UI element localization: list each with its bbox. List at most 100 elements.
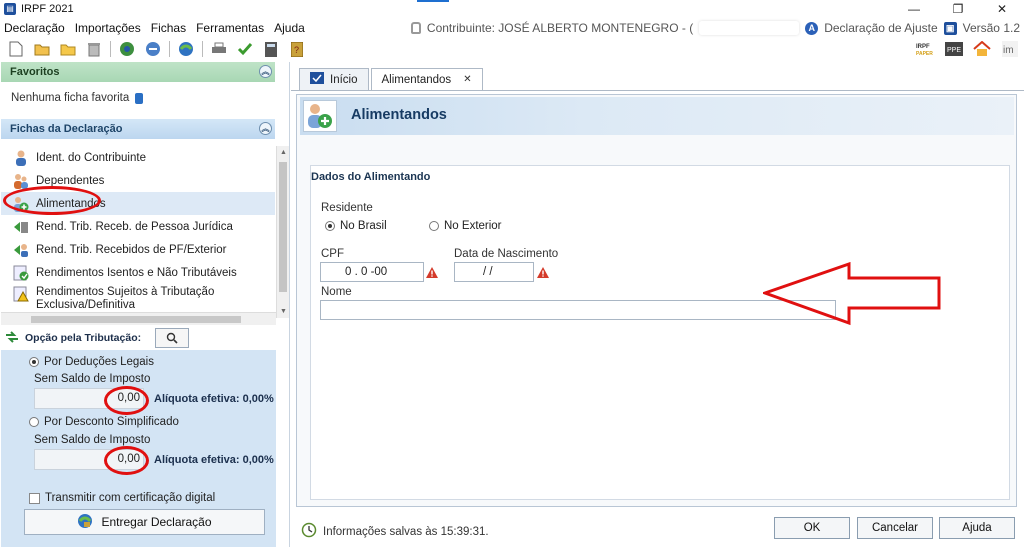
svg-text:im: im — [1003, 45, 1014, 56]
toolbar-separator — [202, 41, 203, 57]
radio-deducoes[interactable] — [29, 357, 39, 367]
radio-exterior[interactable] — [429, 221, 439, 231]
section-title: Dados do Alimentando — [311, 171, 431, 183]
transmit-icon[interactable] — [176, 39, 196, 59]
status-message: Informações salvas às 15:39:31. — [323, 525, 489, 538]
residente-label: Residente — [321, 202, 373, 214]
fichas-title: Fichas da Declaração — [10, 123, 123, 135]
cpf-warning-icon — [426, 267, 438, 278]
rend-pj-icon — [13, 219, 29, 235]
toolbar: ? IRPF PAPER PPE im — [0, 38, 1024, 60]
opcao-title: Opção pela Tributação: — [25, 332, 142, 344]
print-icon[interactable] — [209, 39, 229, 59]
entregar-declaracao-button[interactable]: Entregar Declaração — [24, 509, 265, 535]
svg-text:IRPF: IRPF — [916, 44, 930, 50]
certificacao-checkbox[interactable] — [29, 492, 40, 504]
receipt-icon[interactable]: ? — [287, 39, 307, 59]
calculator-icon[interactable] — [261, 39, 281, 59]
cancelar-button[interactable]: Cancelar — [857, 517, 933, 539]
alimentandos-banner-icon — [303, 100, 337, 132]
nome-input[interactable] — [320, 300, 836, 320]
radio-brasil[interactable] — [325, 221, 335, 231]
open-folder-icon[interactable] — [58, 39, 78, 59]
recover-icon[interactable] — [143, 39, 163, 59]
menu-ajuda[interactable]: Ajuda — [269, 21, 310, 35]
no-exterior-label: No Exterior — [444, 220, 502, 232]
saldo-label-2: Sem Saldo de Imposto — [34, 434, 151, 446]
scrollbar-thumb[interactable] — [279, 162, 287, 292]
ppe-icon[interactable]: PPE — [944, 39, 964, 59]
info-icon — [135, 92, 144, 104]
desconto-label: Por Desconto Simplificado — [44, 416, 179, 428]
declaracao-tipo: Declaração de Ajuste — [824, 21, 938, 35]
fichas-header[interactable]: Fichas da Declaração ︽ — [1, 119, 275, 139]
window-title: IRPF 2021 — [21, 3, 74, 15]
radio-deducoes-legais[interactable]: Por Deduções Legais — [29, 356, 154, 368]
minimize-button[interactable]: — — [892, 0, 936, 18]
ok-button[interactable]: OK — [774, 517, 850, 539]
close-tab-icon[interactable]: ✕ — [463, 74, 471, 85]
ficha-label: Alimentandos — [36, 197, 106, 210]
inicio-tab-icon — [310, 72, 324, 87]
status-area: Informações salvas às 15:39:31. — [301, 522, 489, 541]
radio-desconto-simplificado[interactable]: Por Desconto Simplificado — [29, 416, 179, 428]
radio-desconto[interactable] — [29, 417, 39, 427]
cpf-input[interactable]: 0 . 0 -00 — [320, 262, 424, 282]
lock-icon — [410, 22, 421, 34]
menu-fichas[interactable]: Fichas — [146, 21, 191, 35]
ficha-dependentes[interactable]: Dependentes — [1, 169, 275, 192]
aliquota-efetiva-2: Alíquota efetiva: 0,00% — [154, 454, 274, 466]
menu-ferramentas[interactable]: Ferramentas — [191, 21, 269, 35]
compare-search-button[interactable] — [155, 328, 190, 348]
ficha-rend-exclusiva[interactable]: Rendimentos Sujeitos à Tributação Exclus… — [1, 284, 275, 312]
header-info: Contribuinte: JOSÉ ALBERTO MONTENEGRO - … — [410, 18, 1020, 38]
open-declaration-icon[interactable] — [32, 39, 52, 59]
radio-no-brasil[interactable]: No Brasil — [325, 220, 387, 232]
verify-check-icon[interactable] — [235, 39, 255, 59]
import-icon[interactable] — [117, 39, 137, 59]
tab-inicio[interactable]: Início — [299, 68, 369, 90]
menu-importacoes[interactable]: Importações — [70, 21, 146, 35]
fichas-list: Ident. do Contribuinte Dependentes Alime… — [1, 146, 275, 312]
ficha-rend-pj[interactable]: Rend. Trib. Receb. de Pessoa Jurídica — [1, 215, 275, 238]
tab-divider — [291, 90, 1024, 91]
nascimento-input[interactable]: / / — [454, 262, 534, 282]
dependents-icon — [13, 173, 29, 189]
help-im-icon[interactable]: im — [1000, 39, 1020, 59]
transmitir-certificacao-checkbox[interactable]: Transmitir com certificação digital — [29, 492, 215, 504]
ficha-rend-isentos[interactable]: Rendimentos Isentos e Não Tributáveis — [1, 261, 275, 284]
favoritos-header[interactable]: Favoritos ︽ — [1, 62, 275, 82]
nome-label: Nome — [321, 286, 352, 298]
saldo-label-1: Sem Saldo de Imposto — [34, 373, 151, 385]
hscroll-thumb[interactable] — [31, 316, 241, 323]
trash-icon[interactable] — [84, 39, 104, 59]
fichas-horizontal-scrollbar[interactable] — [1, 312, 276, 325]
collapse-fichas-icon[interactable]: ︽ — [259, 122, 272, 135]
ficha-rend-pf-exterior[interactable]: Rend. Trib. Recebidos de PF/Exterior — [1, 238, 275, 261]
ficha-label: Rend. Trib. Receb. de Pessoa Jurídica — [36, 220, 233, 233]
scroll-up-icon[interactable]: ▲ — [277, 149, 290, 156]
title-accent — [417, 0, 449, 2]
ficha-ident-contribuinte[interactable]: Ident. do Contribuinte — [1, 146, 275, 169]
fichas-vertical-scrollbar[interactable]: ▲ ▼ — [276, 146, 289, 318]
collapse-favoritos-icon[interactable]: ︽ — [259, 65, 272, 78]
maximize-button[interactable]: ❐ — [936, 0, 980, 18]
declaracao-ajuste-icon: A — [805, 21, 819, 35]
home-icon[interactable] — [972, 39, 992, 59]
annotation-arrow-icon — [763, 262, 941, 326]
saved-clock-icon — [301, 522, 317, 541]
radio-no-exterior[interactable]: No Exterior — [429, 220, 502, 232]
ficha-alimentandos[interactable]: Alimentandos — [1, 192, 275, 215]
versao-label: Versão 1.2 — [962, 21, 1020, 35]
irpf-mobile-icon[interactable]: IRPF PAPER — [916, 39, 936, 59]
scroll-down-icon[interactable]: ▼ — [277, 308, 290, 315]
ficha-label: Dependentes — [36, 174, 105, 187]
new-declaration-icon[interactable] — [6, 39, 26, 59]
svg-text:?: ? — [294, 45, 299, 55]
close-button[interactable]: ✕ — [980, 0, 1024, 18]
svg-text:PPE: PPE — [947, 47, 961, 54]
tab-alimentandos[interactable]: Alimentandos ✕ — [370, 68, 483, 90]
ajuda-button[interactable]: Ajuda — [939, 517, 1015, 539]
menu-declaracao[interactable]: Declaração — [0, 21, 70, 35]
rend-isentos-icon — [13, 265, 29, 281]
